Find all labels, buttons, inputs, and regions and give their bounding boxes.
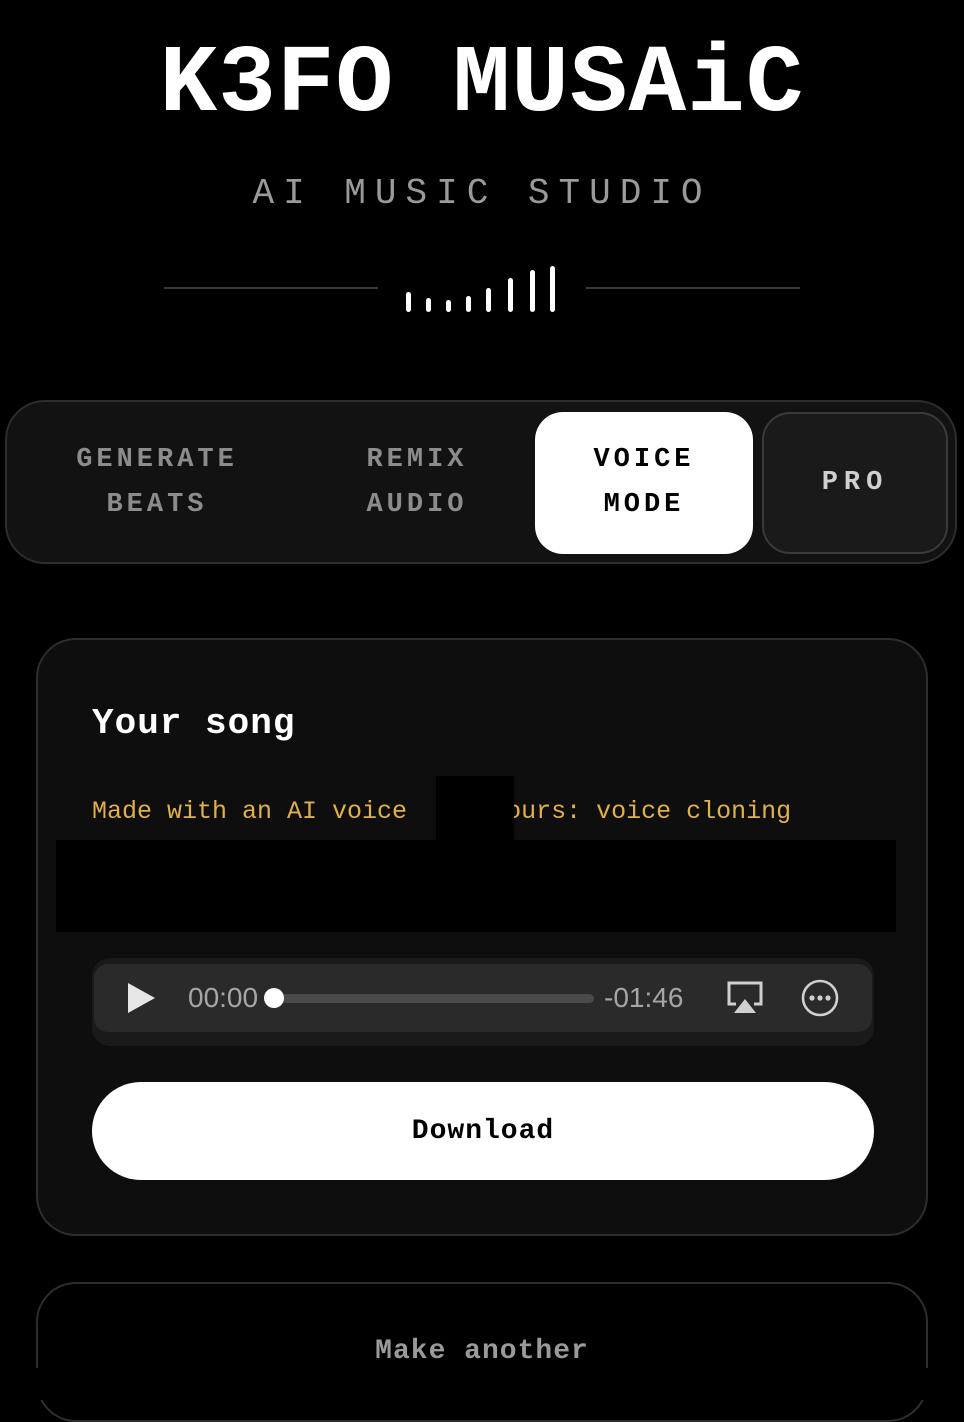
tab-generate-beats[interactable]: GENERATE BEATS [37,412,277,554]
remaining-time: -01:46 [604,982,684,1013]
tab-label-line1: VOICE [593,445,695,475]
voice-note-end: yours: voice cloning [491,797,792,826]
tab-label-line2: AUDIO [366,490,468,520]
tab-label-line1: GENERATE [76,445,238,475]
elapsed-time: 00:00 [188,982,259,1013]
redaction-block [436,776,514,842]
song-card: Your song Made with an AI voice yours: vo… [36,638,928,1236]
viewport-bottom [0,1368,964,1400]
tab-pro[interactable]: PRO [762,412,948,554]
seek-thumb[interactable] [264,988,284,1008]
tab-label-line1: PRO [821,467,889,498]
tab-label-line2: MODE [603,490,685,520]
divider-right [586,287,800,289]
audio-controls: 00:00 -01:46 [94,964,872,1032]
tab-voice-mode[interactable]: VOICE MODE [535,412,753,554]
tab-remix-audio[interactable]: REMIX AUDIO [307,412,527,554]
app-title: K3FO MUSAiC [159,30,805,139]
voice-note-start: Made with an AI voice [92,797,408,826]
download-button[interactable]: Download [92,1082,874,1180]
play-icon[interactable] [126,982,156,1014]
mode-tabs: GENERATE BEATS REMIX AUDIO VOICE MODE PR… [5,400,957,564]
redaction-band [56,840,896,932]
divider-left [164,287,378,289]
audio-player: 00:00 -01:46 [92,958,874,1046]
airplay-icon[interactable] [726,980,764,1016]
make-another-button[interactable]: Make another [36,1282,928,1422]
waveform-icon [406,262,558,312]
tab-label-line2: BEATS [106,490,208,520]
app-subtitle: AI MUSIC STUDIO [252,173,712,214]
more-options-icon[interactable] [800,978,840,1018]
card-title: Your song [92,703,296,744]
tab-label-line1: REMIX [366,445,468,475]
seek-slider[interactable] [264,988,594,1008]
